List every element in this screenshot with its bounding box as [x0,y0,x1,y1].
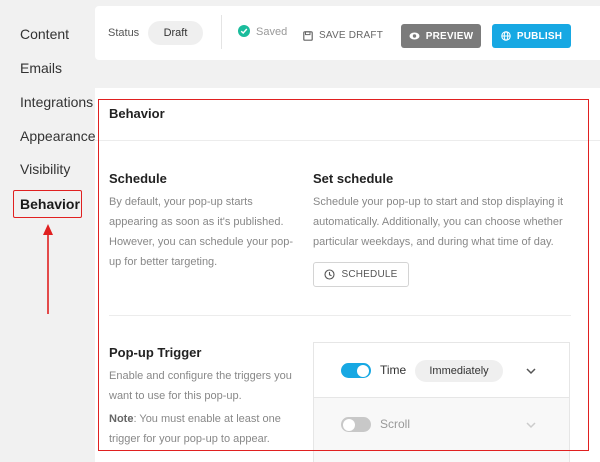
sidebar-item-content[interactable]: Content [20,26,69,42]
clock-icon [324,269,336,280]
scroll-trigger-toggle[interactable] [341,417,371,432]
popup-trigger-description: Enable and configure the triggers you wa… [109,370,292,402]
trigger-row-time: Time Immediately [314,343,569,398]
red-arrow-annotation [43,224,53,314]
sidebar-item-visibility[interactable]: Visibility [20,161,70,177]
eye-icon [409,32,420,40]
saved-status-text: Saved [256,26,288,38]
status-bar: Status Draft Saved SAVE DRAFT PREVIEW PU… [95,6,600,60]
behavior-panel: Behavior Schedule By default, your pop-u… [95,88,600,462]
divider [221,15,222,49]
trigger-list: Time Immediately Scroll [313,342,570,462]
sidebar-item-behavior[interactable]: Behavior [20,196,80,212]
schedule-button[interactable]: SCHEDULE [313,262,409,287]
set-schedule-heading: Set schedule [313,171,394,186]
trigger-label-scroll: Scroll [380,417,411,431]
set-schedule-description: Schedule your pop-up to start and stop d… [313,196,564,248]
sidebar-item-appearance[interactable]: Appearance [20,128,96,144]
schedule-description: By default, your pop-up starts appearing… [109,196,294,268]
schedule-button-label: SCHEDULE [341,269,398,280]
preview-button[interactable]: PREVIEW [401,24,481,48]
globe-icon [501,31,511,41]
note-text: : You must enable at least one trigger f… [109,413,281,445]
chevron-down-icon[interactable] [525,367,537,375]
divider [109,315,571,316]
trigger-row-scroll: Scroll [314,398,569,462]
time-trigger-toggle[interactable] [341,363,371,378]
save-draft-button[interactable]: SAVE DRAFT [303,30,383,41]
status-badge: Draft [148,21,203,45]
panel-title: Behavior [109,106,165,121]
save-draft-label: SAVE DRAFT [319,30,384,41]
status-label: Status [108,27,140,39]
sidebar-item-integrations[interactable]: Integrations [20,94,93,110]
popup-trigger-note: Note: You must enable at least one trigg… [109,409,294,449]
publish-button[interactable]: PUBLISH [492,24,571,48]
publish-label: PUBLISH [516,30,563,42]
popup-trigger-heading: Pop-up Trigger [109,345,202,360]
chevron-down-icon[interactable] [525,421,537,429]
note-label: Note [109,413,134,425]
time-trigger-select[interactable]: Immediately [415,360,503,382]
preview-label: PREVIEW [425,30,474,42]
check-circle-icon [238,25,250,37]
floppy-disk-icon [303,30,313,41]
sidebar-item-emails[interactable]: Emails [20,60,62,76]
divider [95,140,600,141]
trigger-label-time: Time [380,363,407,377]
schedule-heading: Schedule [109,171,167,186]
